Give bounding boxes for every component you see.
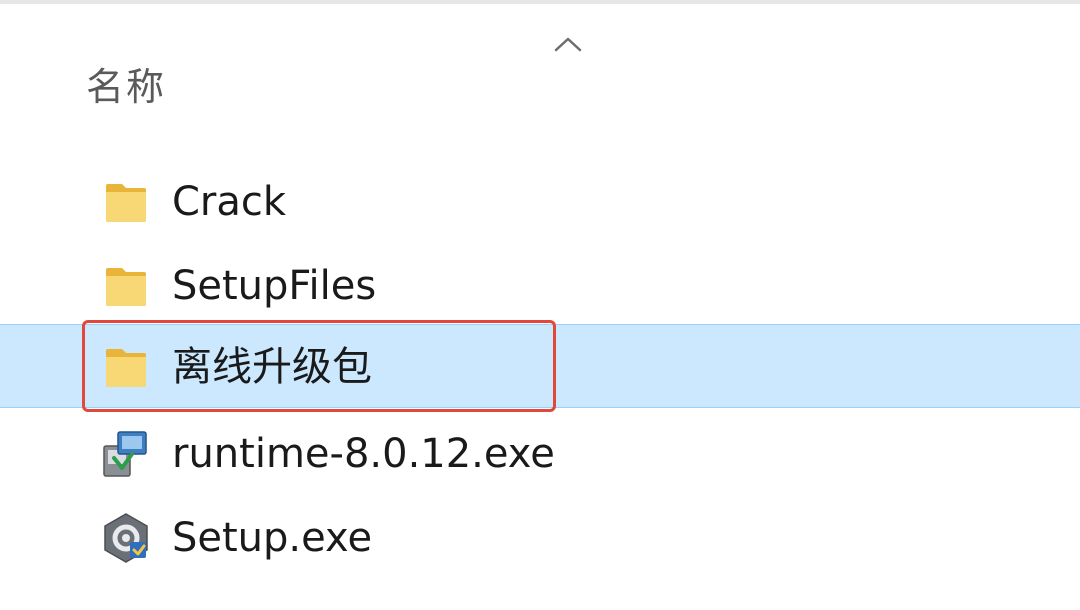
file-row-runtime-exe[interactable]: runtime-8.0.12.exe (0, 412, 1080, 496)
folder-icon (106, 184, 146, 222)
file-name: 离线升级包 (172, 344, 372, 390)
file-name: SetupFiles (172, 263, 377, 309)
window-top-edge (0, 0, 1080, 4)
installer-icon (103, 431, 147, 477)
file-name: Crack (172, 179, 287, 225)
file-name: runtime-8.0.12.exe (172, 431, 555, 477)
file-row-offline-upgrade-package[interactable]: 离线升级包 (0, 324, 1080, 408)
column-header-name[interactable]: 名称 (86, 56, 166, 111)
file-row-crack[interactable]: Crack (0, 160, 1080, 244)
folder-icon (106, 349, 146, 387)
file-explorer-window: 名称 Crack SetupFiles 离线升级包 runtime-8.0.12… (0, 0, 1080, 610)
chevron-up-icon[interactable] (552, 34, 584, 56)
file-name: Setup.exe (172, 515, 373, 561)
setup-gear-icon (104, 513, 148, 563)
file-row-setupfiles[interactable]: SetupFiles (0, 244, 1080, 328)
folder-icon (106, 268, 146, 306)
file-row-setup-exe[interactable]: Setup.exe (0, 496, 1080, 580)
